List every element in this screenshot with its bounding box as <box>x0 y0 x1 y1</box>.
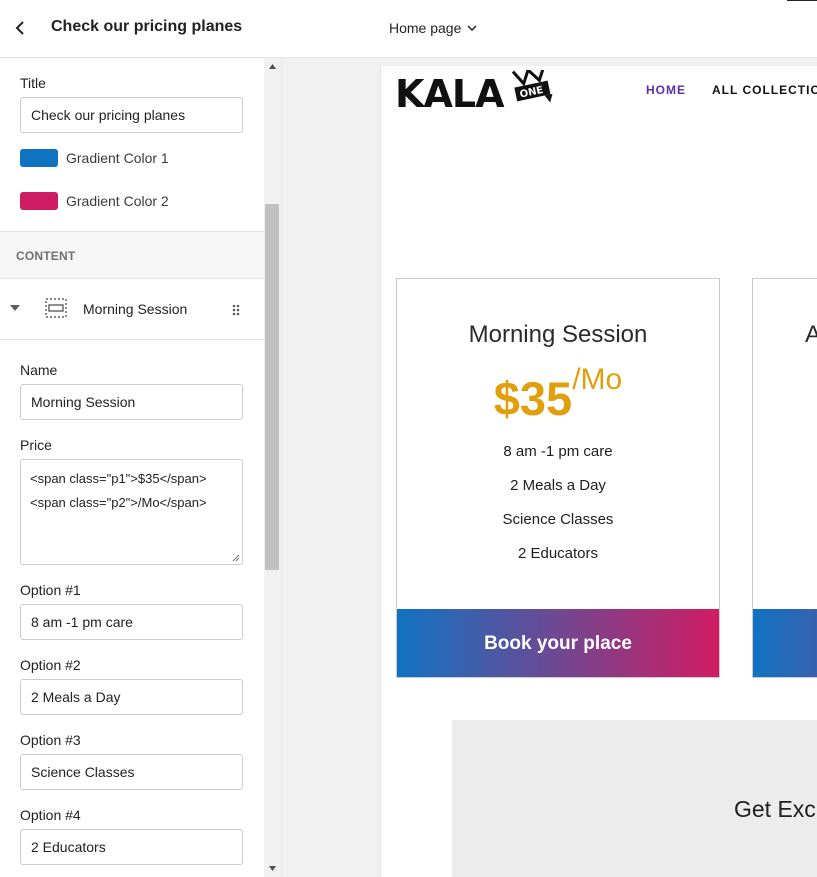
page-selector[interactable]: Home page <box>389 20 477 36</box>
content-heading: CONTENT <box>16 249 76 263</box>
option-4-input[interactable]: 2 Educators <box>20 829 243 865</box>
price-line-1: <span class="p1">$35</span> <box>30 471 207 486</box>
preview-toolbar: Home page <box>281 0 817 58</box>
store-preview: KALA ONE HOME ALL COLLECTION Morning Ses… <box>381 66 817 877</box>
sidebar-title: Check our pricing planes <box>51 18 243 35</box>
option-1-label: Option #1 <box>20 582 81 598</box>
promo-heading: Get Exc <box>734 796 816 822</box>
title-input[interactable]: Check our pricing planes <box>20 97 243 133</box>
nav-home-link[interactable]: HOME <box>646 83 686 97</box>
caret-down-icon[interactable] <box>10 305 20 311</box>
sidebar-header: Check our pricing planes <box>0 0 281 58</box>
option-4-label: Option #4 <box>20 807 81 823</box>
chevron-down-icon <box>467 25 477 31</box>
settings-scroll-area[interactable]: Title Check our pricing planes Gradient … <box>0 58 264 877</box>
card-price: $35/Mo <box>397 363 719 426</box>
price-line-2: <span class="p2">/Mo</span> <box>30 495 207 510</box>
block-label: Morning Session <box>83 301 188 317</box>
gradient-color-1-label: Gradient Color 1 <box>66 150 169 166</box>
back-button[interactable] <box>8 16 32 40</box>
book-button-partial[interactable] <box>753 609 817 677</box>
card-title: Morning Session <box>468 321 648 348</box>
nav-all-collection-link[interactable]: ALL COLLECTION <box>712 83 817 97</box>
option-3-input[interactable]: Science Classes <box>20 754 243 790</box>
gradient-color-1-picker[interactable]: Gradient Color 1 <box>20 148 169 168</box>
title-label: Title <box>20 75 46 91</box>
section-block-icon <box>45 298 67 318</box>
resize-grip-icon[interactable] <box>232 554 240 562</box>
option-1-input[interactable]: 8 am -1 pm care <box>20 604 243 640</box>
scroll-down-arrow-icon[interactable] <box>264 860 281 877</box>
gradient-color-1-swatch[interactable] <box>20 149 58 167</box>
option-2-input[interactable]: 2 Meals a Day <box>20 679 243 715</box>
option-2-label: Option #2 <box>20 657 81 673</box>
chevron-left-icon <box>15 21 24 35</box>
gradient-color-2-picker[interactable]: Gradient Color 2 <box>20 191 169 211</box>
drag-handle-icon[interactable] <box>232 304 240 316</box>
promo-section: Get Exc <box>452 720 817 877</box>
svg-text:KALA: KALA <box>395 72 505 114</box>
card-option: 8 am -1 pm care <box>503 443 613 460</box>
price-label: Price <box>20 437 52 453</box>
editor-sidebar: Check our pricing planes Title Check our… <box>0 0 282 877</box>
gradient-color-2-swatch[interactable] <box>20 192 58 210</box>
card-option: Science Classes <box>502 511 614 528</box>
card-option: 2 Educators <box>517 545 599 562</box>
top-edge-line <box>787 0 817 1</box>
page-selector-label: Home page <box>389 20 462 36</box>
scrollbar-thumb[interactable] <box>265 204 279 570</box>
option-3-label: Option #3 <box>20 732 81 748</box>
pricing-card: A <box>752 278 817 678</box>
pricing-card: Morning Session $35/Mo 8 am -1 pm care 2… <box>396 278 720 678</box>
price-amount: $35 <box>493 372 573 425</box>
book-your-place-button[interactable]: Book your place <box>397 609 719 677</box>
scroll-up-arrow-icon[interactable] <box>264 58 281 75</box>
name-input[interactable]: Morning Session <box>20 384 243 420</box>
morning-session-block[interactable]: Morning Session <box>0 279 264 339</box>
divider <box>0 339 264 340</box>
name-label: Name <box>20 362 58 378</box>
gradient-color-2-label: Gradient Color 2 <box>66 193 169 209</box>
card-option: 2 Meals a Day <box>510 477 606 494</box>
kala-one-logo[interactable]: KALA ONE <box>395 70 555 114</box>
price-period: /Mo <box>572 363 623 396</box>
card-title: A <box>805 321 817 349</box>
sidebar-scrollbar[interactable] <box>264 58 281 877</box>
price-textarea[interactable]: <span class="p1">$35</span> <span class=… <box>20 459 243 565</box>
